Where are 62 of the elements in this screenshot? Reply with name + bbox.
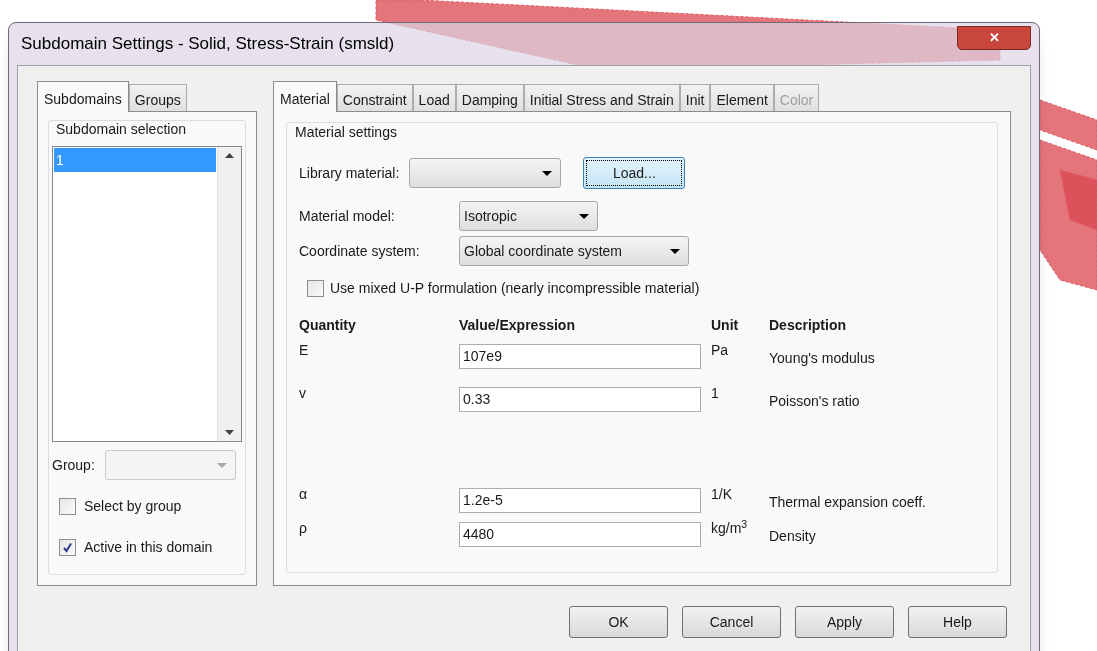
value-field[interactable]: 4480: [459, 522, 701, 547]
dialog-button[interactable]: OK: [569, 606, 668, 638]
column-header: Quantity: [299, 316, 357, 335]
scrollbar[interactable]: [217, 147, 241, 441]
description-text: Poisson's ratio: [769, 392, 861, 411]
library-dropdown[interactable]: [409, 158, 562, 188]
checkbox[interactable]: [59, 539, 76, 556]
description-text: Density: [769, 527, 817, 546]
dialog-button[interactable]: Cancel: [682, 606, 781, 638]
tab[interactable]: Init: [679, 84, 711, 111]
tab[interactable]: Damping: [455, 84, 524, 111]
checkbox-label: Use mixed U-P formulation (nearly incompressible material): [330, 279, 700, 298]
tab[interactable]: Initial Stress and Strain: [523, 84, 680, 111]
dropdown-arrow-icon: [670, 248, 680, 254]
tab[interactable]: Groups: [128, 84, 187, 111]
coordinate-system-dropdown[interactable]: Global coordinate system: [459, 236, 689, 266]
value-field[interactable]: 107e9: [459, 344, 701, 369]
value-field[interactable]: 0.33: [459, 387, 701, 412]
unit-label: 1/K: [711, 485, 733, 504]
column-header: Description: [769, 316, 847, 335]
quantity-symbol: E: [299, 341, 310, 360]
group-label: Group:: [52, 455, 95, 475]
checkbox[interactable]: [307, 280, 324, 297]
tab[interactable]: Material: [273, 81, 337, 112]
dialog-button[interactable]: Help: [908, 606, 1007, 638]
checkbox-label: Active in this domain: [84, 538, 213, 557]
description-text: Thermal expansion coeff.: [769, 493, 927, 512]
group-dropdown[interactable]: [104, 450, 236, 480]
quantity-symbol: v: [299, 384, 307, 403]
quantity-symbol: ρ: [299, 519, 308, 538]
field-label: Material model:: [299, 206, 396, 226]
column-header: Unit: [711, 316, 740, 335]
material-model-dropdown[interactable]: Isotropic: [459, 201, 598, 231]
unit-label: kg/m$^{3}$: [711, 518, 749, 538]
field-label: Coordinate system:: [299, 241, 421, 261]
field-label: Library material:: [299, 163, 400, 183]
quantity-symbol: α: [299, 485, 309, 504]
tab[interactable]: Element: [710, 84, 774, 111]
up-arrow-icon[interactable]: [225, 153, 234, 158]
dropdown-arrow-icon: [579, 213, 589, 219]
group-title: Material settings: [295, 123, 398, 142]
checkmark-icon: [62, 542, 73, 553]
tab[interactable]: Load: [412, 84, 456, 111]
unit-label: Pa: [711, 341, 730, 360]
dropdown-arrow-icon: [216, 462, 227, 468]
dialog-button[interactable]: Apply: [795, 606, 894, 638]
dropdown-arrow-icon: [542, 170, 553, 176]
checkbox[interactable]: [59, 498, 76, 515]
close-button[interactable]: ✕: [957, 26, 1031, 50]
dropdown-value: Global coordinate system: [464, 241, 622, 261]
down-arrow-icon[interactable]: [225, 430, 234, 435]
load-button[interactable]: Load...: [583, 157, 686, 189]
tab[interactable]: Subdomains: [37, 81, 129, 112]
window-title: Subdomain Settings - Solid, Stress-Strain (smsld): [21, 33, 395, 56]
description-text: Young's modulus: [769, 349, 876, 368]
unit-label: 1: [711, 384, 720, 403]
checkbox-label: Select by group: [84, 497, 182, 516]
tab[interactable]: Constraint: [336, 84, 413, 111]
value-field[interactable]: 1.2e-5: [459, 488, 701, 513]
column-header: Value/Expression: [459, 316, 576, 335]
group-title: Subdomain selection: [55, 120, 187, 139]
dropdown-value: Isotropic: [464, 206, 517, 226]
